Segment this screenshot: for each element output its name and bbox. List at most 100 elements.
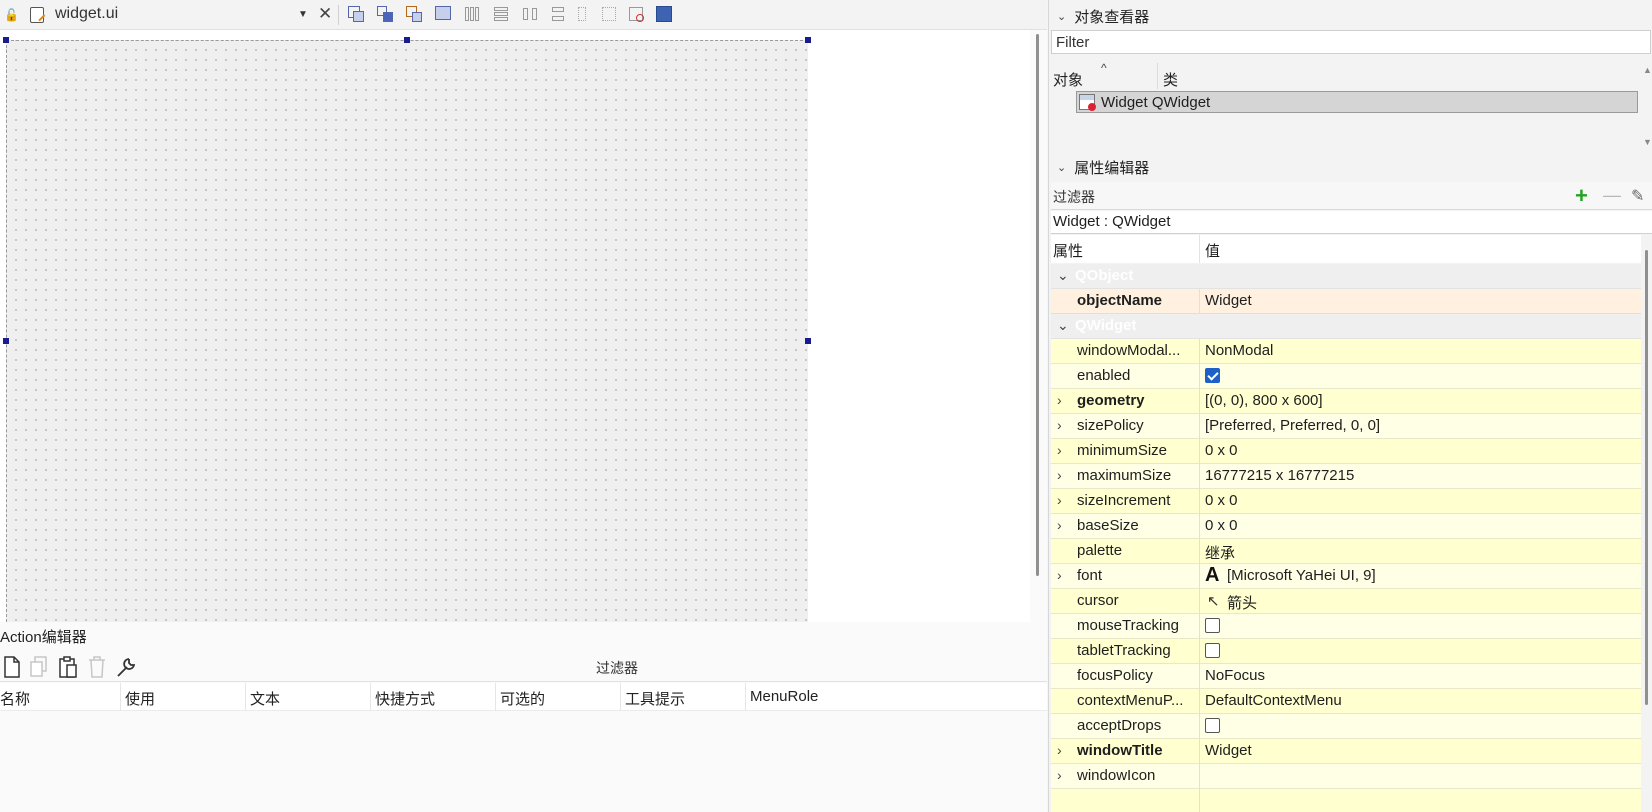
- chevron-right-icon[interactable]: ›: [1057, 417, 1062, 433]
- chevron-right-icon[interactable]: ›: [1057, 567, 1062, 583]
- property-row-partial[interactable]: [1051, 789, 1641, 812]
- resize-handle[interactable]: [805, 338, 811, 344]
- break-layout-icon[interactable]: [628, 6, 644, 22]
- action-filter-label[interactable]: 过滤器: [596, 658, 638, 678]
- wrench-icon[interactable]: ✎: [1631, 186, 1644, 206]
- column-header[interactable]: 使用: [125, 688, 155, 709]
- property-row-sizeincrement[interactable]: › sizeIncrement 0 x 0: [1051, 489, 1641, 514]
- mousetracking-checkbox[interactable]: [1205, 618, 1220, 633]
- property-scrollbar[interactable]: [1645, 250, 1648, 705]
- chevron-down-icon[interactable]: ⌄: [1057, 161, 1066, 174]
- enabled-checkbox[interactable]: [1205, 368, 1220, 383]
- property-row-focuspolicy[interactable]: focusPolicy NoFocus: [1051, 664, 1641, 689]
- property-row-basesize[interactable]: › baseSize 0 x 0: [1051, 514, 1641, 539]
- add-property-icon[interactable]: +: [1575, 183, 1588, 209]
- action-list[interactable]: [0, 712, 1047, 812]
- property-row-minimumsize[interactable]: › minimumSize 0 x 0: [1051, 439, 1641, 464]
- property-row-mousetracking[interactable]: mouseTracking: [1051, 614, 1641, 639]
- resize-handle[interactable]: [3, 338, 9, 344]
- column-header[interactable]: 快捷方式: [375, 688, 435, 709]
- property-row-contextmenupolicy[interactable]: contextMenuP... DefaultContextMenu: [1051, 689, 1641, 714]
- edit-widgets-icon[interactable]: [348, 6, 364, 22]
- property-row-maximumsize[interactable]: › maximumSize 16777215 x 16777215: [1051, 464, 1641, 489]
- edit-signals-icon[interactable]: [377, 6, 393, 22]
- property-value[interactable]: Widget: [1205, 292, 1252, 309]
- chevron-right-icon[interactable]: ›: [1057, 492, 1062, 508]
- chevron-right-icon[interactable]: ›: [1057, 442, 1062, 458]
- lock-icon[interactable]: 🔓: [4, 8, 19, 22]
- property-value[interactable]: 16777215 x 16777215: [1205, 467, 1354, 484]
- property-row-tablettracking[interactable]: tabletTracking: [1051, 639, 1641, 664]
- edit-buddies-icon[interactable]: [406, 6, 422, 22]
- property-value[interactable]: 继承: [1205, 542, 1235, 563]
- property-table[interactable]: ⌄ QObject objectName Widget ⌄ QWidget wi…: [1051, 264, 1641, 812]
- property-row-cursor[interactable]: cursor ↖ 箭头: [1051, 589, 1641, 614]
- column-header-value[interactable]: 值: [1205, 240, 1220, 261]
- layout-horizontal-icon[interactable]: [464, 6, 480, 22]
- canvas-scrollbar[interactable]: [1036, 34, 1039, 576]
- new-action-icon[interactable]: [2, 656, 22, 678]
- property-group-qobject[interactable]: ⌄ QObject: [1051, 264, 1641, 289]
- property-row-palette[interactable]: palette 继承: [1051, 539, 1641, 564]
- column-header[interactable]: 名称: [0, 688, 30, 709]
- delete-action-icon[interactable]: [87, 656, 107, 678]
- column-header[interactable]: 工具提示: [625, 688, 685, 709]
- resize-handle[interactable]: [3, 37, 9, 43]
- adjust-size-icon[interactable]: [656, 6, 672, 22]
- close-icon[interactable]: ✕: [318, 4, 332, 24]
- property-value[interactable]: [Microsoft YaHei UI, 9]: [1227, 567, 1376, 584]
- copy-action-icon[interactable]: [29, 656, 49, 678]
- property-row-windowtitle[interactable]: › windowTitle Widget: [1051, 739, 1641, 764]
- tablettracking-checkbox[interactable]: [1205, 643, 1220, 658]
- column-header-object[interactable]: 对象: [1053, 69, 1083, 90]
- edit-tab-order-icon[interactable]: [435, 6, 451, 22]
- chevron-right-icon[interactable]: ›: [1057, 467, 1062, 483]
- property-value[interactable]: 0 x 0: [1205, 442, 1238, 459]
- property-row-font[interactable]: › font A [Microsoft YaHei UI, 9]: [1051, 564, 1641, 589]
- paste-action-icon[interactable]: [58, 656, 78, 678]
- scroll-up-icon[interactable]: ▲: [1643, 65, 1652, 75]
- object-tree[interactable]: 对象 ^ 类 Widget QWidget ▲ ▼: [1051, 61, 1652, 149]
- resize-handle[interactable]: [404, 37, 410, 43]
- layout-form-icon[interactable]: [574, 6, 590, 22]
- property-row-windowmodality[interactable]: windowModal... NonModal: [1051, 339, 1641, 364]
- property-value[interactable]: [Preferred, Preferred, 0, 0]: [1205, 417, 1380, 434]
- property-value[interactable]: 0 x 0: [1205, 492, 1238, 509]
- property-value[interactable]: 0 x 0: [1205, 517, 1238, 534]
- chevron-down-icon[interactable]: ⌄: [1057, 317, 1069, 334]
- layout-vertical-splitter-icon[interactable]: [550, 6, 566, 22]
- chevron-down-icon[interactable]: ⌄: [1057, 267, 1069, 284]
- property-filter-input[interactable]: 过滤器: [1053, 187, 1095, 207]
- column-header[interactable]: MenuRole: [750, 688, 818, 705]
- property-value[interactable]: DefaultContextMenu: [1205, 692, 1342, 709]
- chevron-right-icon[interactable]: ›: [1057, 392, 1062, 408]
- object-tree-row[interactable]: Widget QWidget: [1076, 91, 1638, 113]
- property-row-objectname[interactable]: objectName Widget: [1051, 289, 1641, 314]
- property-value[interactable]: NonModal: [1205, 342, 1273, 359]
- property-row-enabled[interactable]: enabled: [1051, 364, 1641, 389]
- remove-property-icon[interactable]: —: [1603, 185, 1621, 206]
- property-row-geometry[interactable]: › geometry [(0, 0), 800 x 600]: [1051, 389, 1641, 414]
- object-inspector-title[interactable]: ⌄ 对象查看器: [1057, 6, 1149, 27]
- chevron-right-icon[interactable]: ›: [1057, 517, 1062, 533]
- property-value[interactable]: [(0, 0), 800 x 600]: [1205, 392, 1323, 409]
- column-header-class[interactable]: 类: [1163, 69, 1178, 90]
- chevron-right-icon[interactable]: ›: [1057, 767, 1062, 783]
- dropdown-arrow-icon[interactable]: ▼: [298, 9, 308, 20]
- property-value[interactable]: NoFocus: [1205, 667, 1265, 684]
- property-row-sizepolicy[interactable]: › sizePolicy [Preferred, Preferred, 0, 0…: [1051, 414, 1641, 439]
- column-header[interactable]: 文本: [250, 688, 280, 709]
- property-value[interactable]: Widget: [1205, 742, 1252, 759]
- widget-form[interactable]: [6, 40, 808, 622]
- property-value[interactable]: 箭头: [1227, 592, 1257, 613]
- property-row-windowicon[interactable]: › windowIcon: [1051, 764, 1641, 789]
- scroll-down-icon[interactable]: ▼: [1643, 137, 1652, 147]
- property-editor-title[interactable]: ⌄ 属性编辑器: [1057, 157, 1149, 178]
- property-row-acceptdrops[interactable]: acceptDrops: [1051, 714, 1641, 739]
- layout-horizontal-splitter-icon[interactable]: [522, 6, 538, 22]
- layout-vertical-icon[interactable]: [493, 6, 509, 22]
- layout-grid-icon[interactable]: [601, 6, 617, 22]
- column-header-property[interactable]: 属性: [1053, 240, 1083, 261]
- resize-handle[interactable]: [805, 37, 811, 43]
- column-header[interactable]: 可选的: [500, 688, 545, 709]
